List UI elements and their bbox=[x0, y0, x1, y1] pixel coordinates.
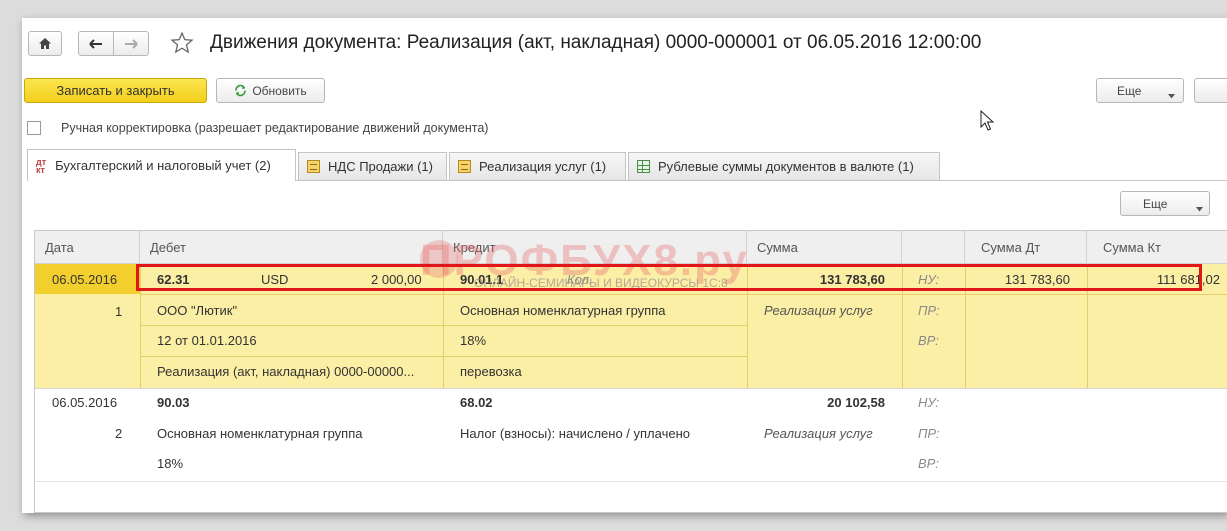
row2-label-vr: ВР: bbox=[918, 456, 939, 471]
tab-accounting[interactable]: дт кт Бухгалтерский и налоговый учет (2) bbox=[27, 149, 296, 181]
row1-label-vr: ВР: bbox=[918, 333, 939, 348]
refresh-button[interactable]: Обновить bbox=[216, 78, 325, 103]
row2-number: 2 bbox=[115, 426, 123, 441]
row1-credit-subconto3: перевозка bbox=[460, 364, 522, 379]
save-and-close-button[interactable]: Записать и закрыть bbox=[24, 78, 207, 103]
row2-credit-subconto1: Налог (взносы): начислено / уплачено bbox=[460, 426, 690, 441]
tab-label: Реализация услуг (1) bbox=[479, 159, 607, 174]
highlight-annotation bbox=[136, 264, 1202, 291]
column-header-sum-kt[interactable]: Сумма Кт bbox=[1087, 231, 1227, 264]
table-icon bbox=[637, 160, 650, 173]
help-button[interactable] bbox=[1194, 78, 1227, 103]
arrow-left-icon bbox=[89, 38, 102, 49]
grid-more-label: Еще bbox=[1143, 196, 1168, 211]
row1-label-pr: ПР: bbox=[918, 303, 940, 318]
chevron-down-icon bbox=[1196, 201, 1203, 215]
home-icon bbox=[39, 38, 51, 49]
column-header-blank[interactable] bbox=[902, 231, 965, 264]
divider bbox=[140, 325, 747, 326]
row2-sum: 20 102,58 bbox=[827, 395, 885, 410]
grid-more-button[interactable]: Еще bbox=[1120, 191, 1210, 216]
row1-debit-subconto3: Реализация (акт, накладная) 0000-00000..… bbox=[157, 364, 415, 379]
document-movements-window: Движения документа: Реализация (акт, нак… bbox=[22, 18, 1227, 513]
column-header-sum-dt[interactable]: Сумма Дт bbox=[965, 231, 1087, 264]
more-button[interactable]: Еще bbox=[1096, 78, 1184, 103]
forward-button[interactable] bbox=[113, 31, 149, 56]
row2-content: Реализация услуг bbox=[764, 426, 873, 441]
favorite-star-icon[interactable] bbox=[170, 31, 194, 57]
row1-date: 06.05.2016 bbox=[52, 272, 118, 287]
manual-correction-label: Ручная корректировка (разрешает редактир… bbox=[61, 121, 489, 135]
divider bbox=[140, 294, 1227, 295]
row-divider bbox=[35, 388, 1227, 389]
row1-credit-subconto1: Основная номенклатурная группа bbox=[460, 303, 666, 318]
row2-debit-account: 90.03 bbox=[157, 395, 190, 410]
row1-number: 1 bbox=[115, 304, 123, 319]
row2-date: 06.05.2016 bbox=[52, 395, 118, 410]
column-header-date[interactable]: Дата bbox=[35, 231, 140, 264]
tab-services-sales[interactable]: Реализация услуг (1) bbox=[449, 152, 626, 180]
refresh-icon bbox=[235, 84, 247, 97]
register-icon bbox=[307, 160, 320, 173]
row2-credit-account: 68.02 bbox=[460, 395, 493, 410]
mouse-cursor-icon bbox=[980, 109, 996, 135]
arrow-right-icon bbox=[125, 38, 138, 49]
row2-label-nu: НУ: bbox=[918, 395, 940, 410]
column-header-sum[interactable]: Сумма bbox=[747, 231, 902, 264]
row1-credit-subconto2: 18% bbox=[460, 333, 487, 348]
divider bbox=[140, 356, 747, 357]
row1-debit-subconto1: ООО "Лютик" bbox=[157, 303, 238, 318]
home-button[interactable] bbox=[28, 31, 62, 56]
row2-debit-subconto2: 18% bbox=[157, 456, 184, 471]
chevron-down-icon bbox=[1168, 88, 1175, 102]
more-label: Еще bbox=[1117, 83, 1142, 98]
manual-correction-checkbox[interactable] bbox=[27, 121, 41, 135]
window-title: Движения документа: Реализация (акт, нак… bbox=[210, 32, 982, 53]
row1-content: Реализация услуг bbox=[764, 303, 873, 318]
row-divider bbox=[35, 481, 1227, 482]
register-icon bbox=[458, 160, 471, 173]
tab-label: НДС Продажи (1) bbox=[328, 159, 433, 174]
row2-label-pr: ПР: bbox=[918, 426, 940, 441]
row2-debit-subconto1: Основная номенклатурная группа bbox=[157, 426, 363, 441]
tab-vat-sales[interactable]: НДС Продажи (1) bbox=[298, 152, 447, 180]
tab-label: Бухгалтерский и налоговый учет (2) bbox=[55, 158, 271, 173]
back-button[interactable] bbox=[78, 31, 114, 56]
dt-kt-icon: дт кт bbox=[36, 156, 47, 175]
tab-label: Рублевые суммы документов в валюте (1) bbox=[658, 159, 914, 174]
refresh-label: Обновить bbox=[252, 83, 307, 98]
column-header-debit[interactable]: Дебет bbox=[140, 231, 443, 264]
tab-ruble-amounts[interactable]: Рублевые суммы документов в валюте (1) bbox=[628, 152, 940, 180]
row1-debit-subconto2: 12 от 01.01.2016 bbox=[157, 333, 257, 348]
